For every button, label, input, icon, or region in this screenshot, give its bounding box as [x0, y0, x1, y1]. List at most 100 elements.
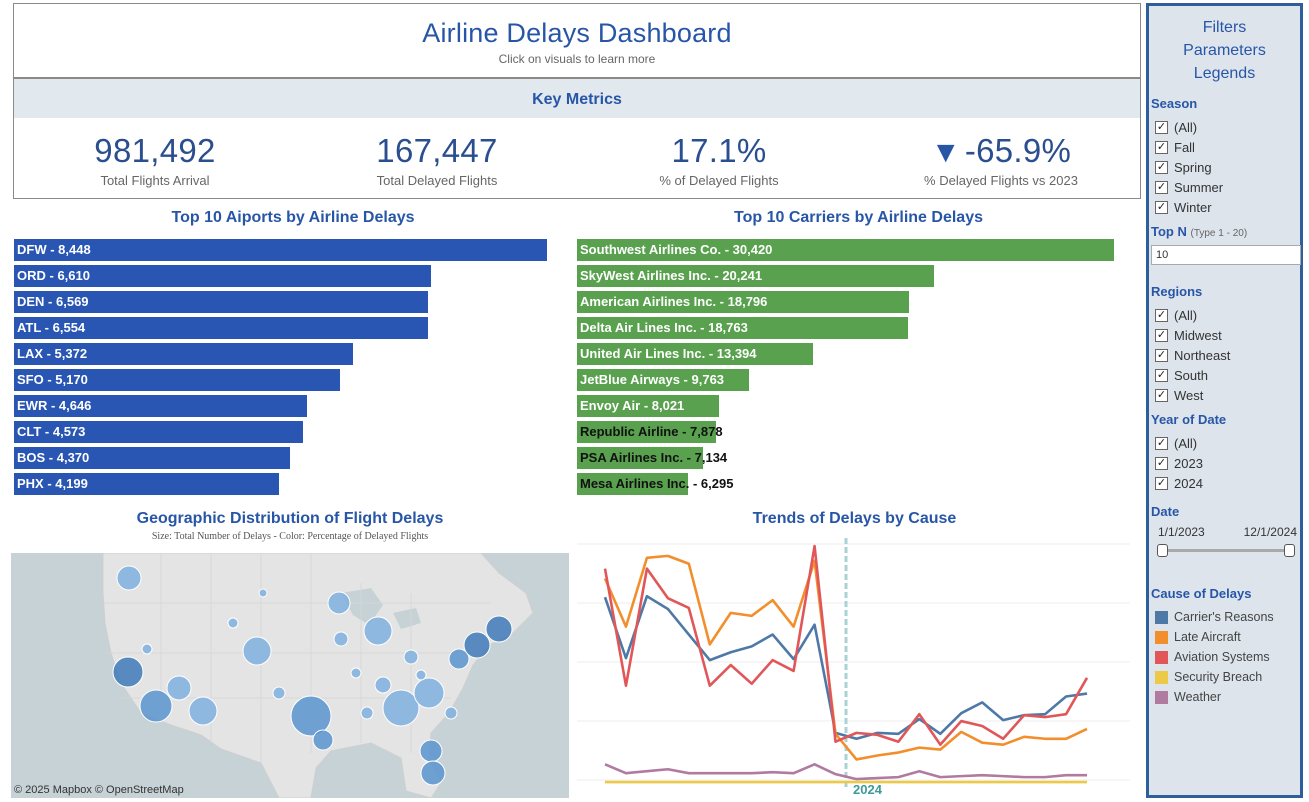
legend-item[interactable]: Late Aircraft — [1155, 627, 1301, 647]
slider-start-handle[interactable] — [1157, 544, 1168, 557]
delay-map[interactable]: © 2025 Mapbox © OpenStreetMap — [11, 553, 569, 798]
map-bubble[interactable] — [139, 689, 173, 723]
kpi-delayed-percent[interactable]: 17.1% % of Delayed Flights — [578, 132, 860, 188]
map-bubble[interactable] — [242, 636, 272, 666]
bar-label: PHX - 4,199 — [17, 476, 88, 491]
filter-option[interactable]: ✓ Winter — [1155, 197, 1301, 217]
filter-option[interactable]: ✓ 2023 — [1155, 453, 1301, 473]
bar-row[interactable]: PHX - 4,199 — [14, 473, 569, 495]
bar-row[interactable]: United Air Lines Inc. - 13,394 — [577, 343, 1132, 365]
bar-row[interactable]: ORD - 6,610 — [14, 265, 569, 287]
map-bubble[interactable] — [374, 676, 392, 694]
map-bubble[interactable] — [272, 686, 286, 700]
legend-item[interactable]: Aviation Systems — [1155, 647, 1301, 667]
checkbox-checked-icon[interactable]: ✓ — [1155, 200, 1168, 214]
checkbox-checked-icon[interactable]: ✓ — [1155, 456, 1168, 470]
filter-option[interactable]: ✓ Fall — [1155, 137, 1301, 157]
map-bubble[interactable] — [419, 739, 443, 763]
legend-item[interactable]: Carrier's Reasons — [1155, 607, 1301, 627]
slider-end-handle[interactable] — [1284, 544, 1295, 557]
legend-item[interactable]: Weather — [1155, 687, 1301, 707]
map-bubble[interactable] — [227, 617, 239, 629]
map-bubble[interactable] — [485, 615, 513, 643]
bar-row[interactable]: SFO - 5,170 — [14, 369, 569, 391]
checkbox-checked-icon[interactable]: ✓ — [1155, 120, 1168, 134]
map-bubble[interactable] — [166, 675, 192, 701]
filter-option[interactable]: ✓ Summer — [1155, 177, 1301, 197]
checkbox-checked-icon[interactable]: ✓ — [1155, 368, 1168, 382]
bar-row[interactable]: American Airlines Inc. - 18,796 — [577, 291, 1132, 313]
map-bubble[interactable] — [444, 706, 458, 720]
legend-item[interactable]: Security Breach — [1155, 667, 1301, 687]
filter-option[interactable]: ✓ 2024 — [1155, 473, 1301, 493]
kpi-delayed-flights[interactable]: 167,447 Total Delayed Flights — [296, 132, 578, 188]
bar-row[interactable]: Delta Air Lines Inc. - 18,763 — [577, 317, 1132, 339]
bar-row[interactable]: CLT - 4,573 — [14, 421, 569, 443]
bar-row[interactable]: DFW - 8,448 — [14, 239, 569, 261]
map-bubble[interactable] — [327, 591, 351, 615]
bar-row[interactable]: Envoy Air - 8,021 — [577, 395, 1132, 417]
map-bubble[interactable] — [112, 656, 144, 688]
map-bubble[interactable] — [258, 588, 268, 598]
filter-option[interactable]: ✓ West — [1155, 385, 1301, 405]
checkbox-checked-icon[interactable]: ✓ — [1155, 348, 1168, 362]
legend-swatch — [1155, 690, 1168, 704]
map-bubble[interactable] — [415, 669, 427, 681]
bar-row[interactable]: DEN - 6,569 — [14, 291, 569, 313]
map-bubble[interactable] — [333, 631, 349, 647]
filter-option[interactable]: ✓ (All) — [1155, 305, 1301, 325]
checkbox-checked-icon[interactable]: ✓ — [1155, 180, 1168, 194]
bar-row[interactable]: PSA Airlines Inc. - 7,134 — [577, 447, 1132, 469]
map-bubble[interactable] — [363, 616, 393, 646]
map-bubble[interactable] — [141, 643, 153, 655]
filter-option[interactable]: ✓ Northeast — [1155, 345, 1301, 365]
key-metrics: Key Metrics 981,492 Total Flights Arriva… — [13, 78, 1141, 199]
legend-swatch — [1155, 670, 1168, 684]
map-bubble[interactable] — [382, 689, 420, 727]
filter-option[interactable]: ✓ South — [1155, 365, 1301, 385]
bar-row[interactable]: ATL - 6,554 — [14, 317, 569, 339]
regions-filter-label: Regions — [1151, 284, 1203, 299]
bar-row[interactable]: SkyWest Airlines Inc. - 20,241 — [577, 265, 1132, 287]
date-slider[interactable] — [1151, 543, 1301, 557]
kpi-label: Total Flights Arrival — [100, 173, 210, 188]
bar-row[interactable]: Mesa Airlines Inc. - 6,295 — [577, 473, 1132, 495]
filter-option[interactable]: ✓ Midwest — [1155, 325, 1301, 345]
topn-parameter: Top N (Type 1 - 20) 10 — [1151, 224, 1301, 265]
checkbox-checked-icon[interactable]: ✓ — [1155, 436, 1168, 450]
filter-option[interactable]: ✓ (All) — [1155, 433, 1301, 453]
bar-row[interactable]: JetBlue Airways - 9,763 — [577, 369, 1132, 391]
trend-line-chart[interactable]: 2024 — [577, 538, 1130, 798]
bar-row[interactable]: Southwest Airlines Co. - 30,420 — [577, 239, 1132, 261]
map-bubble[interactable] — [420, 760, 446, 786]
kpi-total-flights[interactable]: 981,492 Total Flights Arrival — [14, 132, 296, 188]
map-bubble[interactable] — [188, 696, 218, 726]
map-bubble[interactable] — [413, 677, 445, 709]
filter-option[interactable]: ✓ (All) — [1155, 117, 1301, 137]
bar-label: Southwest Airlines Co. - 30,420 — [580, 242, 773, 257]
checkbox-checked-icon[interactable]: ✓ — [1155, 160, 1168, 174]
bar-row[interactable]: LAX - 5,372 — [14, 343, 569, 365]
bar-row[interactable]: Republic Airline - 7,878 — [577, 421, 1132, 443]
map-bubble[interactable] — [463, 631, 491, 659]
bar[interactable] — [14, 239, 547, 261]
topn-input[interactable]: 10 — [1151, 245, 1301, 265]
year-filter-label: Year of Date — [1151, 412, 1227, 427]
checkbox-checked-icon[interactable]: ✓ — [1155, 476, 1168, 490]
dashboard-title: Airline Delays Dashboard — [422, 18, 732, 48]
map-bubble[interactable] — [403, 649, 419, 665]
filter-option[interactable]: ✓ Spring — [1155, 157, 1301, 177]
date-filter: Date 1/1/2023 12/1/2024 — [1151, 504, 1301, 557]
map-bubble[interactable] — [350, 667, 362, 679]
checkbox-checked-icon[interactable]: ✓ — [1155, 308, 1168, 322]
map-bubble[interactable] — [312, 729, 334, 751]
checkbox-checked-icon[interactable]: ✓ — [1155, 388, 1168, 402]
map-bubble[interactable] — [360, 706, 374, 720]
map-bubble[interactable] — [116, 565, 142, 591]
bar-row[interactable]: BOS - 4,370 — [14, 447, 569, 469]
checkbox-checked-icon[interactable]: ✓ — [1155, 328, 1168, 342]
checkbox-checked-icon[interactable]: ✓ — [1155, 140, 1168, 154]
kpi-delayed-vs-2023[interactable]: ▼ -65.9% % Delayed Flights vs 2023 — [860, 132, 1142, 188]
bar-row[interactable]: EWR - 4,646 — [14, 395, 569, 417]
map-credit[interactable]: © 2025 Mapbox © OpenStreetMap — [14, 784, 184, 796]
